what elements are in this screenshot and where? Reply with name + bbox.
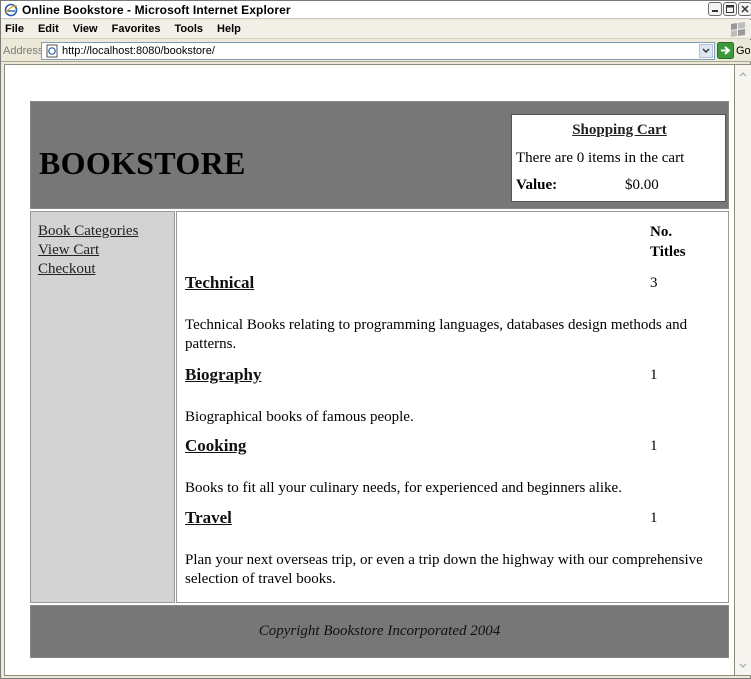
go-label: Go <box>736 44 751 57</box>
minimize-icon <box>712 10 718 12</box>
category-count: 1 <box>650 438 658 454</box>
ie-icon <box>4 3 18 16</box>
page-icon <box>46 44 58 58</box>
title-bar: Online Bookstore - Microsoft Internet Ex… <box>1 1 751 19</box>
go-arrow-icon <box>717 42 734 59</box>
sidebar-link-checkout[interactable]: Checkout <box>38 260 174 279</box>
scroll-up-button[interactable] <box>736 67 750 81</box>
category-description: Technical Books relating to programming … <box>185 317 688 352</box>
minimize-button[interactable] <box>708 2 722 16</box>
chevron-down-icon <box>739 663 747 668</box>
category-description: Books to fit all your culinary needs, fo… <box>185 480 622 496</box>
go-button[interactable]: Go <box>717 42 751 59</box>
address-url: http://localhost:8080/bookstore/ <box>62 45 215 57</box>
count-header-line1: No. <box>650 224 673 240</box>
close-icon <box>741 5 749 13</box>
maximize-icon <box>726 5 734 13</box>
shopping-cart-box: Shopping Cart There are 0 items in the c… <box>511 114 726 202</box>
address-dropdown-button[interactable] <box>699 44 713 58</box>
menu-tools[interactable]: Tools <box>169 23 212 35</box>
menu-help[interactable]: Help <box>211 23 249 35</box>
category-description: Plan your next overseas trip, or even a … <box>185 552 703 587</box>
cart-items-text: There are 0 items in the cart <box>516 150 685 166</box>
category-count: 1 <box>650 367 658 383</box>
maximize-button[interactable] <box>723 2 737 16</box>
vertical-scrollbar[interactable] <box>735 64 751 676</box>
count-column-header: No. Titles <box>650 222 686 262</box>
copyright-text: Copyright Bookstore Incorporated 2004 <box>258 623 501 639</box>
site-header: BOOKSTORE Shopping Cart There are 0 item… <box>30 101 729 209</box>
category-description: Biographical books of famous people. <box>185 409 414 425</box>
chevron-up-icon <box>739 72 747 77</box>
category-count: 1 <box>650 510 658 526</box>
windows-flag-icon <box>731 22 745 37</box>
address-input[interactable]: http://localhost:8080/bookstore/ <box>41 42 715 60</box>
site-title: BOOKSTORE <box>39 145 246 181</box>
cart-value-label: Value: <box>516 177 558 193</box>
address-bar: Address http://localhost:8080/bookstore/… <box>1 40 751 62</box>
sidebar-link-view-cart[interactable]: View Cart <box>38 241 174 260</box>
sidebar-link-book-categories[interactable]: Book Categories <box>38 222 174 241</box>
cart-value: $0.00 <box>625 177 659 193</box>
category-link-travel[interactable]: Travel <box>185 508 232 528</box>
scroll-down-button[interactable] <box>736 659 750 673</box>
chevron-down-icon <box>702 48 710 54</box>
bookstore-page: BOOKSTORE Shopping Cart There are 0 item… <box>30 101 729 658</box>
menu-bar: File Edit View Favorites Tools Help <box>1 20 751 39</box>
menu-favorites[interactable]: Favorites <box>106 23 169 35</box>
site-footer: Copyright Bookstore Incorporated 2004 <box>30 605 729 658</box>
sidebar: Book Categories View Cart Checkout <box>30 211 175 603</box>
address-label: Address <box>3 44 44 57</box>
category-count: 3 <box>650 275 658 291</box>
count-header-line2: Titles <box>650 244 686 260</box>
category-link-technical[interactable]: Technical <box>185 273 254 293</box>
category-table: No. Titles Technical 3 Technical Books r… <box>176 211 729 603</box>
browser-window: Online Bookstore - Microsoft Internet Ex… <box>0 0 751 679</box>
category-link-biography[interactable]: Biography <box>185 365 262 385</box>
page-viewport: BOOKSTORE Shopping Cart There are 0 item… <box>4 64 735 676</box>
category-link-cooking[interactable]: Cooking <box>185 436 246 456</box>
shopping-cart-link[interactable]: Shopping Cart <box>512 122 727 139</box>
menu-view[interactable]: View <box>67 23 106 35</box>
close-button[interactable] <box>738 2 751 16</box>
menu-edit[interactable]: Edit <box>32 23 67 35</box>
window-title: Online Bookstore - Microsoft Internet Ex… <box>22 2 291 17</box>
menu-file[interactable]: File <box>1 23 32 35</box>
